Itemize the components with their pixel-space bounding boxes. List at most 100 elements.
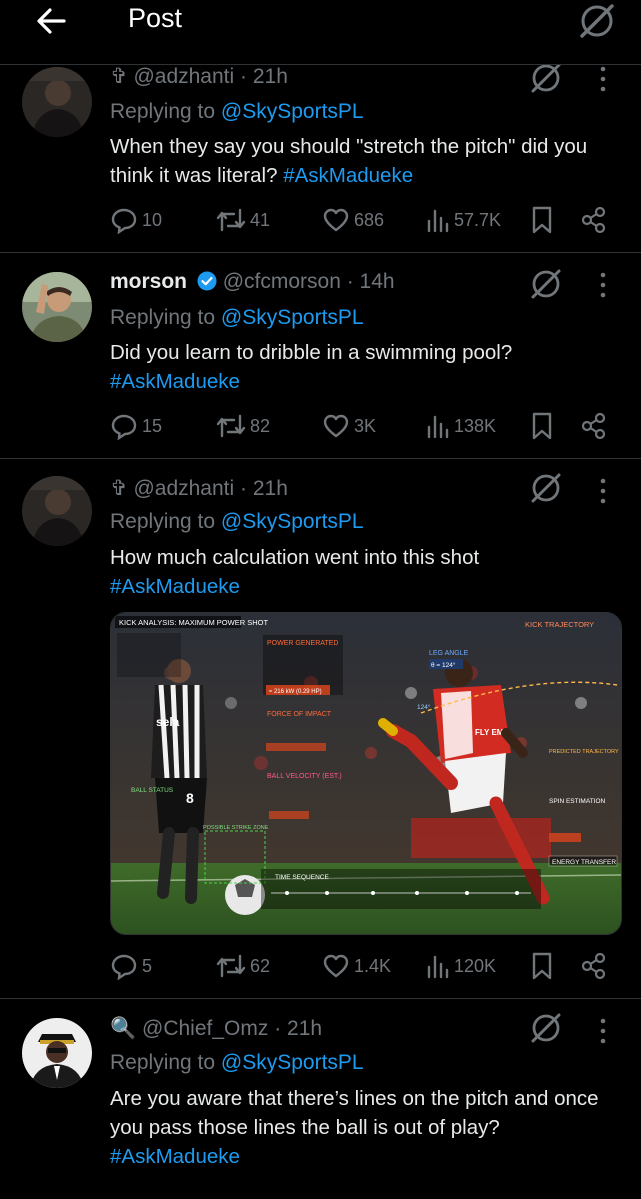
like-count: 1.4K	[354, 955, 392, 976]
grok-icon[interactable]	[528, 266, 564, 302]
tweet-time[interactable]: · 21h	[240, 65, 288, 88]
hashtag-link[interactable]: #AskMadueke	[110, 367, 625, 396]
top-bar: Post	[0, 0, 641, 65]
share-button[interactable]	[580, 410, 612, 442]
more-options-icon[interactable]	[594, 64, 612, 94]
replying-handle-link[interactable]: @SkySportsPL	[221, 100, 364, 123]
bookmark-icon	[532, 412, 552, 440]
views-button[interactable]: 57.7K	[426, 204, 501, 236]
bookmark-button[interactable]	[530, 204, 558, 236]
share-button[interactable]	[580, 204, 612, 236]
like-count: 686	[354, 209, 385, 230]
kick-trajectory-label: KICK TRAJECTORY	[525, 620, 594, 629]
tweet-time[interactable]: · 21h	[274, 1017, 322, 1040]
reply-button[interactable]: 5	[110, 950, 152, 982]
verified-badge-icon	[197, 271, 217, 297]
display-name[interactable]: morson	[110, 270, 187, 293]
reply-button[interactable]: 10	[110, 204, 162, 236]
reply-button[interactable]: 15	[110, 410, 162, 442]
reply-count: 15	[142, 415, 163, 436]
reply-tweet[interactable]: morson @cfcmorson · 14h Replying to @Sky…	[0, 252, 641, 459]
replying-prefix: Replying to	[110, 510, 216, 533]
back-arrow-icon[interactable]	[34, 6, 68, 36]
tweet-header: ✞ @adzhanti · 21h	[110, 64, 288, 89]
bookmark-button[interactable]	[530, 410, 558, 442]
reply-count: 10	[142, 209, 163, 230]
replying-prefix: Replying to	[110, 306, 216, 329]
user-handle[interactable]: @Chief_Omz	[142, 1017, 268, 1040]
replying-to: Replying to @SkySportsPL	[110, 1051, 364, 1075]
left-shirt-number: 8	[186, 790, 194, 806]
like-button[interactable]: 3K	[322, 410, 376, 442]
hashtag-link[interactable]: #AskMadueke	[283, 164, 413, 187]
tweet-header: morson @cfcmorson · 14h	[110, 270, 395, 297]
left-shirt-text: sela	[156, 715, 180, 729]
spin-estimation-label: SPIN ESTIMATION	[549, 798, 606, 805]
repost-count: 82	[250, 415, 271, 436]
replying-handle-link[interactable]: @SkySportsPL	[221, 1051, 364, 1074]
right-shirt-text: FLY EM	[475, 728, 504, 737]
grok-icon[interactable]	[528, 470, 564, 506]
reply-tweet[interactable]: 🔍 @Chief_Omz · 21h Replying to @SkySport…	[0, 998, 641, 1199]
like-button[interactable]: 1.4K	[322, 950, 391, 982]
bookmark-icon	[532, 952, 552, 980]
replying-to: Replying to @SkySportsPL	[110, 100, 364, 124]
avatar[interactable]	[22, 67, 92, 137]
reply-icon	[111, 208, 137, 234]
power-generated-label: POWER GENERATED	[267, 640, 338, 647]
grok-icon[interactable]	[528, 60, 564, 96]
replying-handle-link[interactable]: @SkySportsPL	[221, 306, 364, 329]
name-prefix: ✞	[110, 477, 128, 500]
repost-icon	[216, 414, 246, 438]
replying-handle-link[interactable]: @SkySportsPL	[221, 510, 364, 533]
heart-icon	[323, 414, 349, 438]
leg-angle-label: LEG ANGLE	[429, 650, 469, 657]
views-button[interactable]: 138K	[426, 410, 496, 442]
energy-transfer-label: ENERGY TRANSFER	[552, 859, 616, 866]
action-bar: 15 82 3K 138K	[110, 410, 620, 442]
tweet-time[interactable]: · 21h	[240, 477, 288, 500]
grok-icon[interactable]	[578, 2, 616, 40]
ball-status-label: BALL STATUS	[131, 787, 174, 794]
avatar[interactable]	[22, 272, 92, 342]
page-title: Post	[128, 3, 183, 33]
repost-count: 62	[250, 955, 271, 976]
name-prefix: ✞	[110, 65, 128, 88]
like-button[interactable]: 686	[322, 204, 384, 236]
tweet-text: When they say you should "stretch the pi…	[110, 132, 625, 190]
views-button[interactable]: 120K	[426, 950, 496, 982]
grok-icon[interactable]	[528, 1010, 564, 1046]
view-count: 138K	[454, 415, 497, 436]
more-options-icon[interactable]	[594, 1016, 612, 1046]
repost-button[interactable]: 82	[216, 410, 270, 442]
reply-icon	[111, 954, 137, 980]
avatar[interactable]	[22, 1018, 92, 1088]
action-bar: 10 41 686 57.7K	[110, 204, 620, 236]
tweet-text: How much calculation went into this shot…	[110, 543, 625, 601]
tweet-text: Did you learn to dribble in a swimming p…	[110, 338, 625, 396]
hashtag-link[interactable]: #AskMadueke	[110, 572, 625, 601]
power-value: ≈ 216 kW (0.29 HP)	[269, 689, 322, 695]
user-handle[interactable]: @adzhanti	[133, 65, 234, 88]
tweet-media-image[interactable]: sela 8 FLY EM KICK ANALYSIS: MAXIMUM POW…	[110, 612, 622, 935]
view-count: 120K	[454, 955, 497, 976]
replying-to: Replying to @SkySportsPL	[110, 306, 364, 330]
tweet-text: Are you aware that there’s lines on the …	[110, 1084, 625, 1171]
share-icon	[581, 412, 606, 440]
avatar[interactable]	[22, 476, 92, 546]
user-handle[interactable]: @cfcmorson	[223, 270, 341, 293]
action-bar: 5 62 1.4K 120K	[110, 950, 620, 982]
tweet-time[interactable]: · 14h	[347, 270, 395, 293]
reply-tweet[interactable]: ✞ @adzhanti · 21h Replying to @SkySports…	[0, 63, 641, 253]
repost-button[interactable]: 62	[216, 950, 270, 982]
more-options-icon[interactable]	[594, 476, 612, 506]
more-options-icon[interactable]	[594, 270, 612, 300]
bookmark-button[interactable]	[530, 950, 558, 982]
repost-button[interactable]: 41	[216, 204, 270, 236]
strike-zone-label: POSSIBLE STRIKE ZONE	[203, 825, 269, 831]
replying-prefix: Replying to	[110, 100, 216, 123]
user-handle[interactable]: @adzhanti	[133, 477, 234, 500]
hashtag-link[interactable]: #AskMadueke	[110, 1142, 625, 1171]
share-button[interactable]	[580, 950, 612, 982]
force-of-impact-label: FORCE OF IMPACT	[267, 711, 332, 718]
